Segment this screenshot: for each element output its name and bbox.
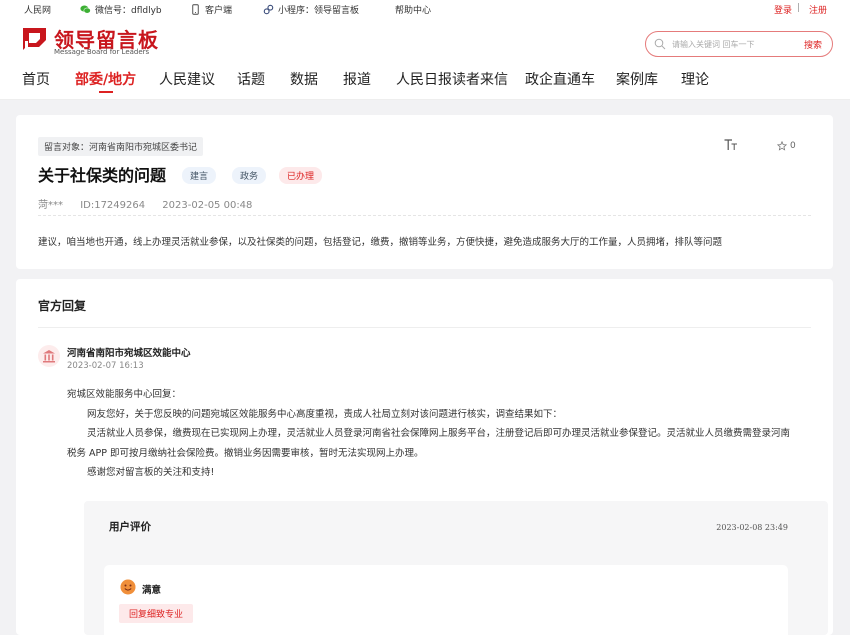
search-input[interactable] xyxy=(672,37,792,52)
logo-icon[interactable] xyxy=(22,27,48,51)
user-evaluation: 用户评价 2023-02-08 23:49 满意 回复细致专业 xyxy=(84,501,828,635)
reply-line: 宛城区效能服务中心回复： xyxy=(67,389,182,400)
reply-line: 灵活就业人员参保，缴费现在已实现网上办理，灵活就业人员登录河南省社会保障网上服务… xyxy=(87,428,791,439)
feedback-tag: 回复细致专业 xyxy=(119,604,194,623)
evaluation-heading: 用户评价 xyxy=(109,521,151,533)
favorite-button[interactable]: 0 xyxy=(777,141,796,151)
reply-body: 宛城区效能服务中心回复： 网友您好，关于您反映的问题宛城区效能服务中心高度重视，… xyxy=(67,385,817,483)
nav-item-enterprise[interactable]: 政企直通车 xyxy=(525,69,595,99)
reply-time: 2023-02-07 16:13 xyxy=(67,361,144,371)
search-box: 搜索 xyxy=(645,31,833,57)
search-button[interactable]: 搜索 xyxy=(804,38,822,51)
main-nav: 首页 部委/地方 人民建议 话题 数据 报道 人民日报读者来信 政企直通车 案例… xyxy=(0,69,850,99)
app-link[interactable]: 客户端 xyxy=(190,3,232,16)
login-link[interactable]: 登录 xyxy=(774,3,792,16)
wechat-icon xyxy=(80,5,91,14)
rating-label: 满意 xyxy=(142,585,162,596)
divider xyxy=(38,327,811,328)
message-title: 关于社保类的问题 xyxy=(38,166,167,185)
government-building-icon xyxy=(43,350,55,363)
divider xyxy=(38,215,811,216)
message-id: ID:17249264 xyxy=(80,200,146,211)
nav-item-data[interactable]: 数据 xyxy=(290,69,318,99)
status-badge: 已办理 xyxy=(279,167,323,184)
author-name: 菏*** xyxy=(38,200,63,211)
nav-item-topics[interactable]: 话题 xyxy=(237,69,265,99)
reply-line: 感谢您对留言板的关注和支持! xyxy=(87,467,215,478)
miniprogram-icon xyxy=(263,4,274,15)
reply-heading: 官方回复 xyxy=(38,299,87,313)
wechat-label: 微信号：dfldlyb xyxy=(95,6,162,16)
register-link[interactable]: 注册 xyxy=(809,3,827,16)
favorite-count: 0 xyxy=(790,141,796,151)
font-size-icon[interactable] xyxy=(724,139,738,151)
top-utility-bar: 人民网 微信号：dfldlyb 客户端 小程序：领导留言板 帮助中心 登录 | … xyxy=(0,0,850,17)
org-avatar xyxy=(38,345,60,367)
tag-suggestion: 建言 xyxy=(182,167,217,184)
brand-subtitle: Message Board for Leaders xyxy=(54,48,150,56)
nav-item-cases[interactable]: 案例库 xyxy=(616,69,658,99)
evaluation-card: 满意 回复细致专业 xyxy=(104,565,788,635)
nav-item-reports[interactable]: 报道 xyxy=(343,69,371,99)
site-link[interactable]: 人民网 xyxy=(24,3,51,16)
miniprogram-label: 小程序：领导留言板 xyxy=(278,6,360,16)
wechat-link[interactable]: 微信号：dfldlyb xyxy=(80,3,162,16)
reply-line: 税务 APP 即可按月缴纳社会保险费。撤销业务因需要审核，暂时无法实现网上办理。 xyxy=(67,447,424,459)
site-header: 领导留言板 Message Board for Leaders 搜索 首页 部委… xyxy=(0,17,850,100)
nav-item-ministries[interactable]: 部委/地方 xyxy=(75,69,136,99)
app-label: 客户端 xyxy=(205,6,233,16)
topbar-separator: | xyxy=(797,3,801,13)
nav-item-suggestions[interactable]: 人民建议 xyxy=(159,69,215,99)
message-meta: 菏*** ID:17249264 2023-02-05 00:48 xyxy=(38,196,266,211)
star-icon xyxy=(777,141,787,151)
reply-card: 官方回复 河南省南阳市宛城区效能中心 2023-02-07 16:13 宛城区效… xyxy=(16,279,833,635)
message-target: 留言对象：河南省南阳市宛城区委书记 xyxy=(38,137,204,156)
message-card: 留言对象：河南省南阳市宛城区委书记 关于社保类的问题 建言 政务 已办理 0 菏… xyxy=(16,115,833,269)
reply-org-name: 河南省南阳市宛城区效能中心 xyxy=(67,348,191,359)
nav-item-theory[interactable]: 理论 xyxy=(681,69,709,99)
tag-government: 政务 xyxy=(232,167,267,184)
reply-line: 网友您好，关于您反映的问题宛城区效能服务中心高度重视，责成人社局立刻对该问题进行… xyxy=(87,408,563,420)
message-time: 2023-02-05 00:48 xyxy=(162,200,253,211)
search-icon xyxy=(654,38,666,50)
mobile-icon xyxy=(192,4,199,15)
smile-face-icon xyxy=(120,579,136,595)
miniprogram-link[interactable]: 小程序：领导留言板 xyxy=(263,3,359,16)
nav-item-home[interactable]: 首页 xyxy=(22,69,50,99)
message-content: 建议，咱当地也开通，线上办理灵活就业参保，以及社保类的问题，包括登记，缴费，撤销… xyxy=(38,237,723,248)
nav-item-reader-letters[interactable]: 人民日报读者来信 xyxy=(396,69,508,99)
evaluation-time: 2023-02-08 23:49 xyxy=(716,523,788,532)
help-link[interactable]: 帮助中心 xyxy=(395,3,431,16)
